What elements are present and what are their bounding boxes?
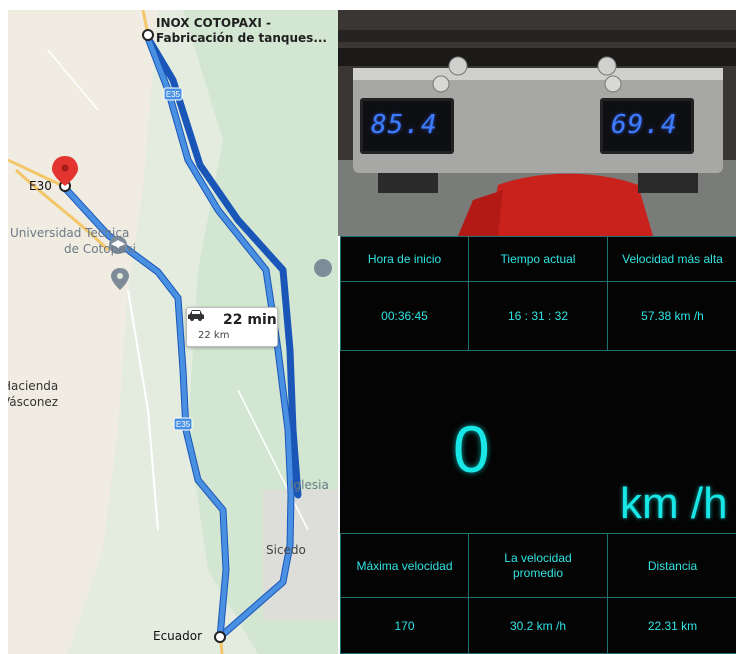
header-current-time: Tiempo actual: [468, 236, 608, 282]
poi-icon: [314, 259, 332, 277]
route-time: 22 min: [223, 312, 277, 328]
max-value: 170: [340, 597, 469, 654]
route-info-callout[interactable]: 22 min 22 km: [186, 307, 278, 347]
max-speed-value: 57.38 km /h: [607, 281, 736, 351]
right-display-value: 69.4: [611, 110, 678, 140]
iglesia-label[interactable]: Iglesia: [290, 478, 329, 492]
hacienda-line-2: Vásconez: [8, 395, 59, 409]
left-voltmeter-display: 85.4: [360, 98, 454, 154]
route-end-dot: [214, 631, 226, 643]
ecuador-label: Ecuador: [153, 629, 203, 643]
poi-title[interactable]: INOX COTOPAXI - Fabricación de tanques..…: [156, 16, 327, 46]
footer-distance-label: Distancia: [607, 533, 736, 598]
speed-unit: km /h: [620, 479, 728, 528]
avg-speed-value: 30.2 km /h: [468, 597, 608, 654]
distance-value: 22.31 km: [607, 597, 736, 654]
svg-text:E35: E35: [166, 90, 181, 99]
speed-dashboard: Hora de inicio Tiempo actual Velocidad m…: [340, 236, 736, 654]
car-icon: [188, 310, 204, 321]
route-map[interactable]: E35 E35 INOX COTOPAXI - Fabricación de t…: [8, 10, 338, 654]
university-label-line-1[interactable]: Universidad Tecnica: [10, 226, 129, 241]
current-time-value: 16 : 31 : 32: [468, 281, 608, 351]
poi-title-line-2: Fabricación de tanques...: [156, 31, 327, 45]
poi-title-line-1: INOX COTOPAXI -: [156, 16, 271, 30]
e30-label: E30: [29, 179, 52, 193]
highway-shield-e35-top: E35: [163, 87, 183, 101]
hacienda-label[interactable]: Hacienda Vásconez: [8, 378, 58, 410]
route-start-dot: [142, 29, 154, 41]
footer-avg-speed-label: La velocidad promedio: [468, 533, 608, 598]
header-max-speed: Velocidad más alta: [607, 236, 736, 282]
svg-text:E35: E35: [176, 420, 191, 429]
footer-max-speed-label: Máxima velocidad: [340, 533, 469, 598]
route-distance: 22 km: [198, 330, 230, 341]
highway-shield-e35-bottom: E35: [173, 417, 193, 431]
hacienda-line-1: Hacienda: [8, 379, 59, 393]
right-voltmeter-display: 69.4: [600, 98, 694, 154]
map-canvas: E35 E35: [8, 10, 338, 654]
start-time-value: 00:36:45: [340, 281, 469, 351]
left-display-value: 85.4: [371, 110, 438, 140]
current-speed: 0: [453, 412, 490, 486]
camera-photo: 85.4 69.4: [338, 10, 736, 236]
salcedo-label[interactable]: Sicedo: [266, 543, 306, 557]
header-start-time: Hora de inicio: [340, 236, 469, 282]
university-label-line-2[interactable]: de Cotopaxi: [64, 242, 136, 257]
